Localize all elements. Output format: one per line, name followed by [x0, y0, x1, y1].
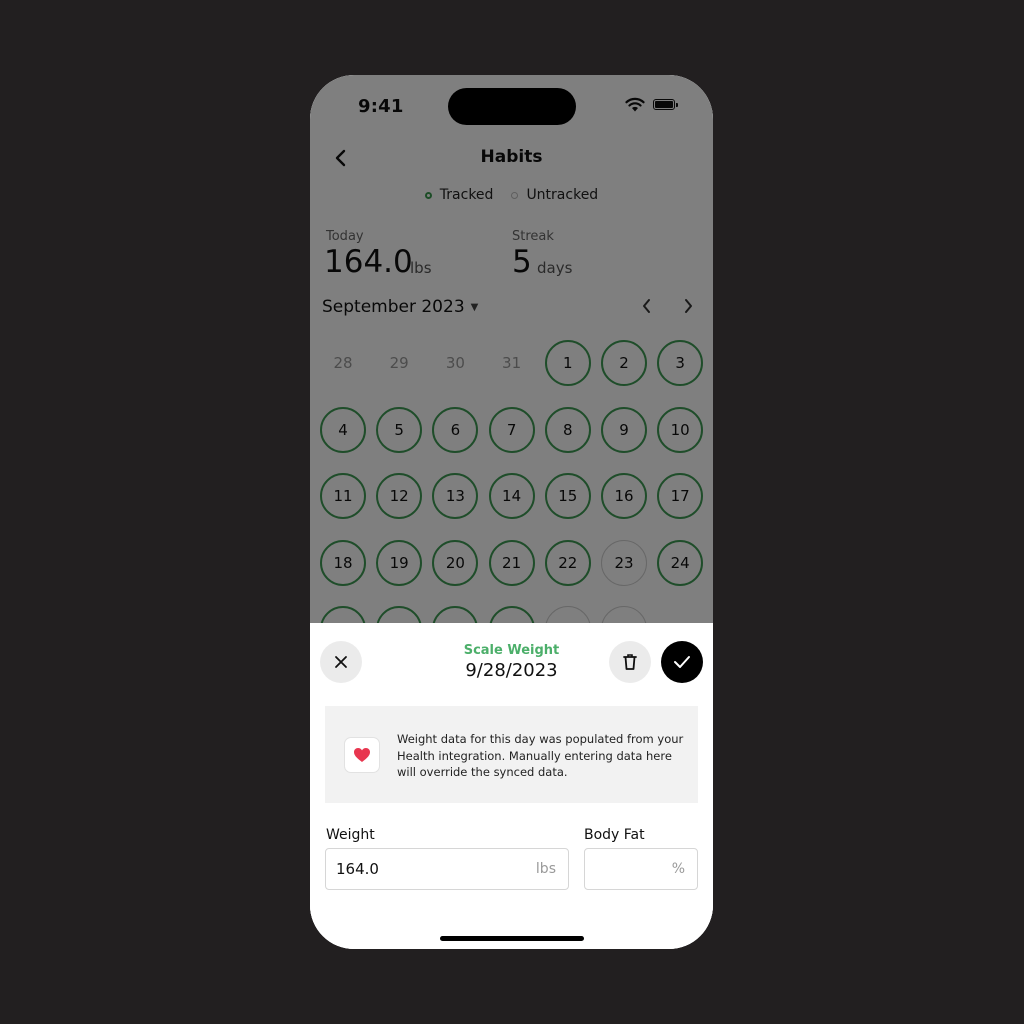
legend-tracked-label: Tracked: [439, 187, 494, 203]
today-value: 164.0: [324, 244, 413, 280]
today-unit: lbs: [410, 259, 432, 277]
delete-button[interactable]: [609, 641, 651, 683]
weight-input[interactable]: 164.0 lbs: [325, 848, 569, 890]
streak-unit: days: [537, 259, 573, 277]
dynamic-island: [448, 88, 576, 125]
calendar-day[interactable]: 21: [488, 539, 535, 586]
weight-unit: lbs: [535, 861, 556, 877]
calendar-day[interactable]: 22: [544, 539, 591, 586]
legend-untracked: Untracked: [511, 187, 598, 203]
check-icon: [674, 656, 690, 668]
calendar-day[interactable]: 4: [320, 406, 366, 453]
tracked-dot-icon: [424, 191, 432, 199]
calendar-day[interactable]: 31: [489, 340, 535, 386]
calendar-day[interactable]: 29: [376, 340, 422, 386]
weight-label: Weight: [326, 827, 375, 843]
body-fat-unit: %: [671, 861, 685, 877]
calendar-day[interactable]: 3: [657, 340, 704, 386]
caret-down-icon: ▼: [470, 301, 479, 313]
calendar-day[interactable]: 11: [320, 473, 366, 519]
calendar-day[interactable]: 6: [432, 406, 479, 453]
calendar-day[interactable]: 9: [601, 406, 647, 453]
today-label: Today: [326, 229, 364, 244]
body-fat-label: Body Fat: [584, 827, 645, 843]
calendar-day[interactable]: 12: [376, 473, 423, 519]
legend-untracked-label: Untracked: [526, 187, 599, 203]
health-sync-notice: Weight data for this day was populated f…: [325, 706, 698, 803]
prev-month-button[interactable]: [640, 297, 654, 320]
calendar-day[interactable]: 30: [432, 340, 478, 386]
calendar-day[interactable]: 19: [376, 539, 423, 586]
habits-screen: 9:41 Habits Tracked Untracked Today 164.…: [310, 75, 713, 949]
next-month-button[interactable]: [681, 297, 695, 320]
weight-value: 164.0: [336, 860, 379, 878]
calendar-day[interactable]: 20: [432, 539, 479, 586]
health-sync-message: Weight data for this day was populated f…: [397, 732, 684, 779]
wifi-icon: [625, 97, 645, 112]
trash-icon: [623, 654, 637, 670]
calendar-day[interactable]: 5: [376, 406, 423, 453]
calendar-day[interactable]: 14: [488, 473, 535, 519]
chevron-left-icon: [643, 299, 650, 313]
calendar-day[interactable]: 15: [544, 473, 591, 519]
sheet-subtitle: Scale Weight: [463, 643, 560, 658]
body-fat-input[interactable]: %: [584, 848, 698, 890]
battery-icon: [653, 99, 678, 110]
calendar-day[interactable]: 16: [601, 473, 647, 519]
streak-label: Streak: [512, 229, 554, 244]
calendar-day[interactable]: 10: [657, 406, 704, 453]
status-time: 9:41: [358, 96, 404, 117]
calendar-day[interactable]: 24: [657, 539, 704, 586]
calendar-day[interactable]: 7: [488, 406, 535, 453]
sheet-date: 9/28/2023: [465, 660, 558, 681]
confirm-button[interactable]: [661, 641, 703, 683]
heart-icon: [354, 748, 370, 762]
calendar-day[interactable]: 23: [601, 539, 647, 586]
legend-tracked: Tracked: [424, 187, 494, 203]
calendar-day[interactable]: 2: [601, 340, 647, 386]
untracked-dot-icon: [511, 191, 519, 199]
health-app-icon: [344, 737, 380, 773]
tracking-legend: Tracked Untracked: [310, 187, 713, 203]
streak-value: 5: [512, 244, 532, 280]
home-indicator[interactable]: [440, 936, 584, 941]
page-title: Habits: [480, 147, 543, 167]
calendar-day[interactable]: 13: [432, 473, 479, 519]
chevron-right-icon: [685, 299, 692, 313]
calendar-day[interactable]: 8: [544, 406, 591, 453]
scale-weight-sheet: Scale Weight 9/28/2023 Weight data for t…: [310, 623, 713, 949]
phone-frame: 9:41 Habits Tracked Untracked Today 164.…: [310, 75, 713, 949]
month-selector[interactable]: September 2023 ▼: [322, 297, 478, 317]
calendar-day[interactable]: 17: [657, 473, 704, 519]
calendar-day[interactable]: 18: [320, 539, 366, 586]
month-label: September 2023: [322, 297, 465, 317]
calendar-day[interactable]: 1: [544, 340, 591, 386]
calendar-day[interactable]: 28: [320, 340, 366, 386]
